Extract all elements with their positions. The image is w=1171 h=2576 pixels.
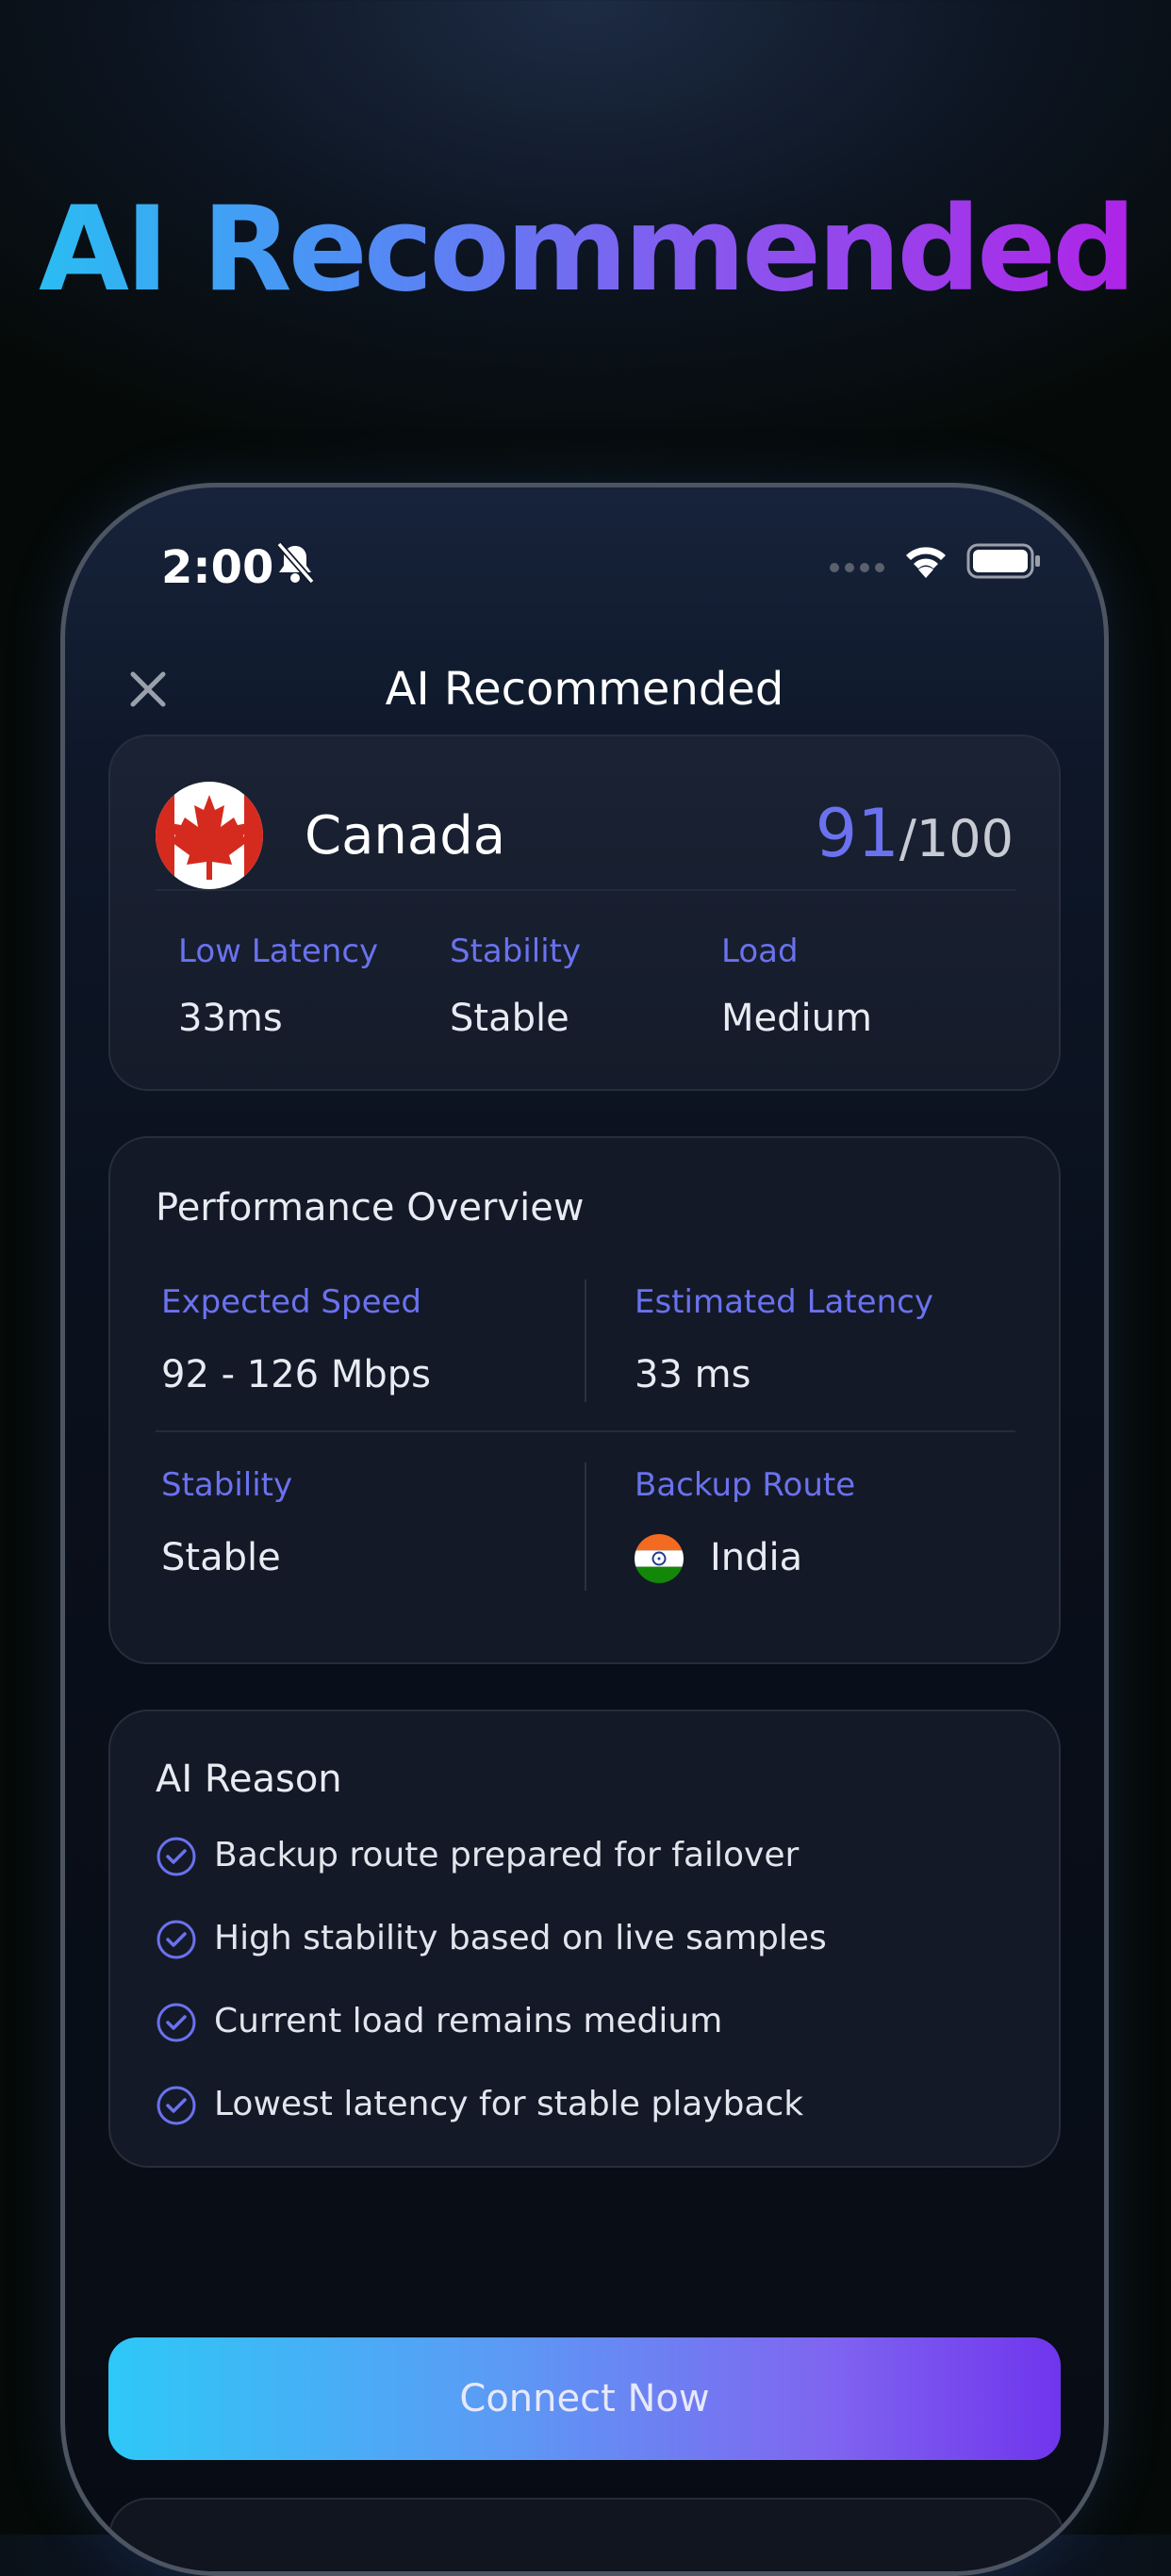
country-name: Canada: [305, 805, 506, 867]
india-flag-icon: [635, 1534, 684, 1583]
phone-frame: 2:00 AI Recommended Canada 91/100 Low La…: [60, 483, 1109, 2576]
divider: [156, 889, 1015, 891]
status-bar: 2:00: [65, 487, 1104, 638]
battery-icon: [966, 543, 1040, 579]
reason-text: Current load remains medium: [214, 2002, 723, 2040]
reason-text: Lowest latency for stable playback: [214, 2085, 804, 2123]
stability-label: Stability: [161, 1466, 293, 1504]
score-max: /100: [899, 809, 1014, 868]
metric-value-load: Medium: [721, 997, 872, 1040]
section-title-ai-reason: AI Reason: [156, 1758, 342, 1801]
check-circle-icon: [157, 1920, 196, 1959]
metric-label-stability: Stability: [450, 933, 582, 970]
cellular-signal-icon: [830, 563, 884, 572]
wifi-icon: [906, 547, 946, 578]
secondary-card: [108, 2498, 1064, 2571]
bell-muted-icon: [276, 541, 315, 585]
reason-text: High stability based on live samples: [214, 1919, 827, 1957]
score-value: 91: [815, 795, 899, 872]
check-circle-icon: [157, 2086, 196, 2125]
status-time: 2:00: [161, 541, 274, 594]
check-circle-icon: [157, 2003, 196, 2042]
backup-route-value: India: [710, 1536, 803, 1579]
page-title: AI Recommended: [385, 663, 784, 716]
metric-value-stability: Stable: [450, 997, 569, 1040]
hero-title: AI Recommended: [0, 179, 1171, 321]
check-circle-icon: [157, 1837, 196, 1876]
canada-flag-icon: [156, 782, 263, 889]
connect-now-button[interactable]: Connect Now: [108, 2337, 1061, 2460]
metric-label-latency: Low Latency: [178, 933, 379, 970]
divider: [156, 1430, 1015, 1432]
divider: [585, 1280, 586, 1402]
expected-speed-value: 92 - 126 Mbps: [161, 1353, 431, 1396]
metric-value-latency: 33ms: [178, 997, 283, 1040]
divider: [585, 1462, 586, 1591]
metric-label-load: Load: [721, 933, 799, 970]
estimated-latency-label: Estimated Latency: [635, 1283, 933, 1321]
reason-text: Backup route prepared for failover: [214, 1836, 800, 1874]
recommended-server-card[interactable]: Canada 91/100 Low Latency 33ms Stability…: [108, 735, 1061, 1091]
nav-bar: AI Recommended: [65, 648, 1104, 723]
section-title-performance: Performance Overview: [156, 1186, 585, 1230]
ai-reason-card: AI Reason Backup route prepared for fail…: [108, 1709, 1061, 2168]
ai-score: 91/100: [816, 791, 1014, 894]
performance-overview-card: Performance Overview Expected Speed 92 -…: [108, 1136, 1061, 1664]
stability-value: Stable: [161, 1536, 281, 1579]
expected-speed-label: Expected Speed: [161, 1283, 422, 1321]
estimated-latency-value: 33 ms: [635, 1353, 751, 1396]
backup-route-label: Backup Route: [635, 1466, 856, 1504]
